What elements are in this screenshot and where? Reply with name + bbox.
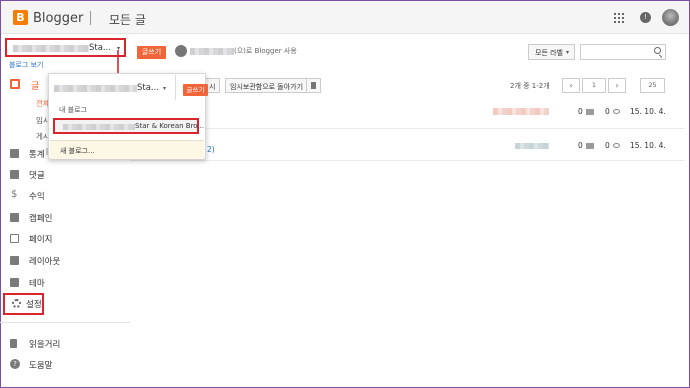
sidebar-item-label: 댓글 (29, 171, 45, 181)
blog-switcher-selected[interactable]: Sta... ▾ (50, 75, 176, 100)
page-title: 모든 글 (109, 13, 146, 27)
layout-icon (10, 256, 19, 265)
blurred-post-meta (493, 108, 549, 115)
page-size-select[interactable]: 25 (640, 78, 665, 93)
labels-filter-dropdown[interactable]: 모든 라벨 ▾ (528, 44, 575, 60)
sidebar-item-settings[interactable]: 설정 (3, 293, 44, 315)
sidebar-item-label: 테마 (29, 279, 45, 289)
row-divider (130, 128, 685, 129)
new-post-button[interactable]: 글쓰기 (137, 46, 166, 59)
notification-bell-icon[interactable]: ! (640, 12, 651, 23)
theme-icon (10, 278, 19, 287)
post-date: 15. 10. 4. (630, 141, 666, 150)
prev-page-button[interactable]: ‹ (562, 78, 580, 93)
comments-icon (10, 170, 19, 179)
row-divider (130, 160, 685, 161)
campaigns-icon (10, 213, 19, 222)
stats-icon (10, 149, 19, 158)
pages-icon (10, 234, 19, 243)
blurred-blog-name (13, 45, 89, 52)
my-blogs-header: 내 블로그 (59, 106, 87, 114)
comment-icon (586, 109, 594, 115)
labels-filter-label: 모든 라벨 (535, 49, 563, 57)
blog-switcher-label: Sta... (137, 83, 160, 93)
new-blog-label: 새 블로그... (60, 147, 95, 155)
app-name: Blogger (33, 11, 84, 26)
view-count: 0 (605, 141, 610, 150)
blog-list-item[interactable]: Star & Korean Bro... (53, 118, 204, 134)
settings-gear-icon (12, 299, 21, 308)
blurred-blog-name (54, 85, 137, 92)
views-eye-icon (613, 109, 620, 114)
blog-list-item-label: Star & Korean Bro... (135, 122, 205, 130)
posts-icon[interactable] (10, 79, 20, 89)
blogger-logo-icon[interactable]: B (13, 10, 28, 25)
post-title-tail[interactable]: 2) (207, 145, 215, 154)
sidebar-item-label: 읽을거리 (29, 340, 61, 350)
post-date: 15. 10. 4. (630, 107, 666, 116)
help-icon: ? (10, 359, 20, 369)
sidebar-item-label: 도움말 (29, 361, 53, 371)
sidebar-item-label: 설정 (26, 300, 42, 310)
pagination-range: 2개 중 1-2개 (510, 82, 550, 90)
search-icon[interactable] (654, 47, 661, 54)
sidebar-item-label: 캠페인 (29, 214, 53, 224)
blurred-post-meta (515, 143, 549, 149)
chevron-down-icon: ▾ (566, 49, 570, 56)
top-bar: B Blogger 모든 글 ! (1, 1, 689, 34)
sidebar-item-label: 통계 (29, 150, 45, 160)
views-eye-icon (613, 143, 620, 148)
next-page-button[interactable]: › (608, 78, 626, 93)
apps-grid-icon[interactable] (614, 13, 624, 23)
sidebar-item-label: 레이아웃 (29, 257, 61, 267)
chevron-down-icon: ▾ (163, 85, 167, 92)
sidebar-item-posts[interactable]: 글 (31, 79, 39, 92)
blurred-author-name (190, 48, 234, 55)
view-count: 0 (605, 107, 610, 116)
sidebar-item-label: 수익 (29, 192, 45, 202)
comment-count: 0 (578, 107, 583, 116)
new-blog-button[interactable]: 새 블로그... (50, 140, 204, 159)
account-avatar[interactable] (662, 9, 679, 26)
reading-list-bookmark-icon (10, 339, 17, 348)
revert-to-draft-button[interactable]: 임시보관함으로 돌아가기 (225, 78, 309, 93)
search-input[interactable] (580, 44, 666, 60)
sidebar-divider (0, 322, 130, 323)
author-avatar (175, 45, 187, 57)
trash-icon[interactable] (306, 78, 321, 93)
comment-count: 0 (578, 141, 583, 150)
view-blog-link[interactable]: 블로그 보기 (9, 60, 43, 70)
header-divider (90, 11, 91, 25)
page-select[interactable]: 1 (582, 78, 606, 93)
blog-switcher-menu: Sta... ▾ 글쓰기 내 블로그 Star & Korean Bro... … (48, 73, 208, 159)
author-text: (으)로 Blogger 사용 (234, 47, 297, 55)
menu-new-post-button[interactable]: 글쓰기 (183, 84, 208, 96)
comment-icon (586, 143, 594, 149)
earnings-dollar-icon: $ (11, 189, 18, 200)
blurred-blog-name (63, 124, 135, 130)
sidebar-item-label: 페이지 (29, 235, 53, 245)
